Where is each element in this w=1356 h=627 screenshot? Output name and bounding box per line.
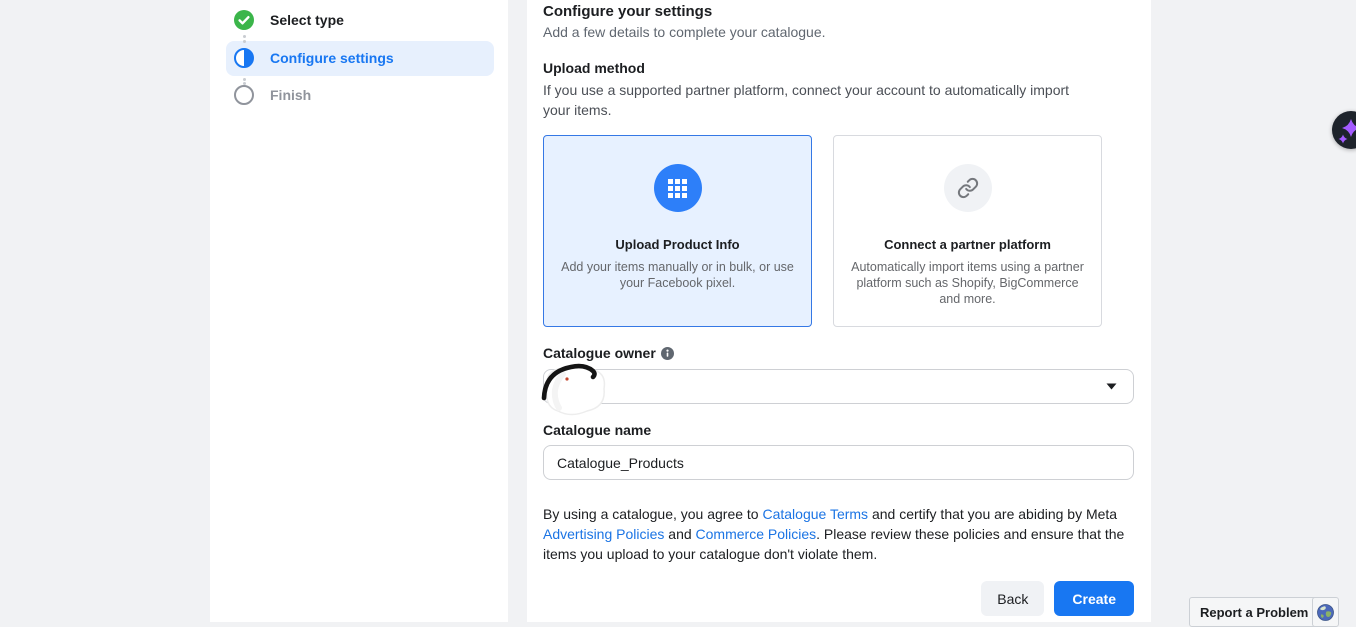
step-configure-settings[interactable]: Configure settings xyxy=(234,48,394,68)
card-title: Connect a partner platform xyxy=(834,237,1101,252)
terms-segment: and certify that you are abiding by Meta xyxy=(868,506,1117,522)
connect-partner-platform-card[interactable]: Connect a partner platform Automatically… xyxy=(833,135,1102,327)
commerce-policies-link[interactable]: Commerce Policies xyxy=(696,526,817,542)
icon-circle xyxy=(944,164,992,212)
advertising-policies-link[interactable]: Advertising Policies xyxy=(543,526,664,542)
chevron-down-icon xyxy=(1106,383,1117,390)
catalogue-name-label: Catalogue name xyxy=(543,422,651,438)
action-buttons: Back Create xyxy=(981,581,1134,616)
empty-circle-icon xyxy=(234,85,254,105)
card-description: Automatically import items using a partn… xyxy=(834,259,1101,307)
meta-ai-button[interactable] xyxy=(1332,111,1356,149)
catalogue-owner-label-text: Catalogue owner xyxy=(543,345,656,361)
step-label: Select type xyxy=(270,12,344,28)
upload-method-options: Upload Product Info Add your items manua… xyxy=(543,135,1102,327)
upload-method-description: If you use a supported partner platform,… xyxy=(543,80,1088,120)
step-connector-dot xyxy=(243,78,246,81)
configure-settings-panel: Configure your settings Add a few detail… xyxy=(527,0,1151,622)
card-title: Upload Product Info xyxy=(544,237,811,252)
catalogue-name-input[interactable] xyxy=(543,445,1134,480)
link-icon xyxy=(957,177,979,199)
step-label: Configure settings xyxy=(270,50,394,66)
stepper-sidebar: Select type Configure settings Finish xyxy=(210,0,508,622)
terms-text: By using a catalogue, you agree to Catal… xyxy=(543,504,1137,564)
page-subtitle: Add a few details to complete your catal… xyxy=(543,24,826,40)
upload-product-info-card[interactable]: Upload Product Info Add your items manua… xyxy=(543,135,812,327)
catalogue-name-label-text: Catalogue name xyxy=(543,422,651,438)
report-a-problem-button[interactable]: Report a Problem xyxy=(1189,597,1319,627)
create-button[interactable]: Create xyxy=(1054,581,1134,616)
sparkle-icon xyxy=(1334,113,1356,147)
check-icon xyxy=(234,10,254,30)
step-connector-dot xyxy=(243,40,246,43)
step-select-type[interactable]: Select type xyxy=(234,10,344,30)
half-circle-progress-icon xyxy=(234,48,254,68)
catalogue-terms-link[interactable]: Catalogue Terms xyxy=(762,506,868,522)
step-finish[interactable]: Finish xyxy=(234,85,311,105)
icon-circle xyxy=(654,164,702,212)
catalogue-owner-dropdown[interactable] xyxy=(543,369,1134,404)
grid-icon xyxy=(668,179,687,198)
terms-segment: By using a catalogue, you agree to xyxy=(543,506,762,522)
terms-segment: and xyxy=(664,526,695,542)
info-icon[interactable] xyxy=(661,347,674,360)
back-button[interactable]: Back xyxy=(981,581,1044,616)
globe-icon xyxy=(1317,604,1334,621)
step-connector-dot xyxy=(243,35,246,38)
step-label: Finish xyxy=(270,87,311,103)
catalogue-owner-label: Catalogue owner xyxy=(543,345,674,361)
page-title: Configure your settings xyxy=(543,3,712,20)
upload-method-label: Upload method xyxy=(543,60,645,76)
language-globe-button[interactable] xyxy=(1312,597,1339,627)
card-description: Add your items manually or in bulk, or u… xyxy=(544,259,811,291)
